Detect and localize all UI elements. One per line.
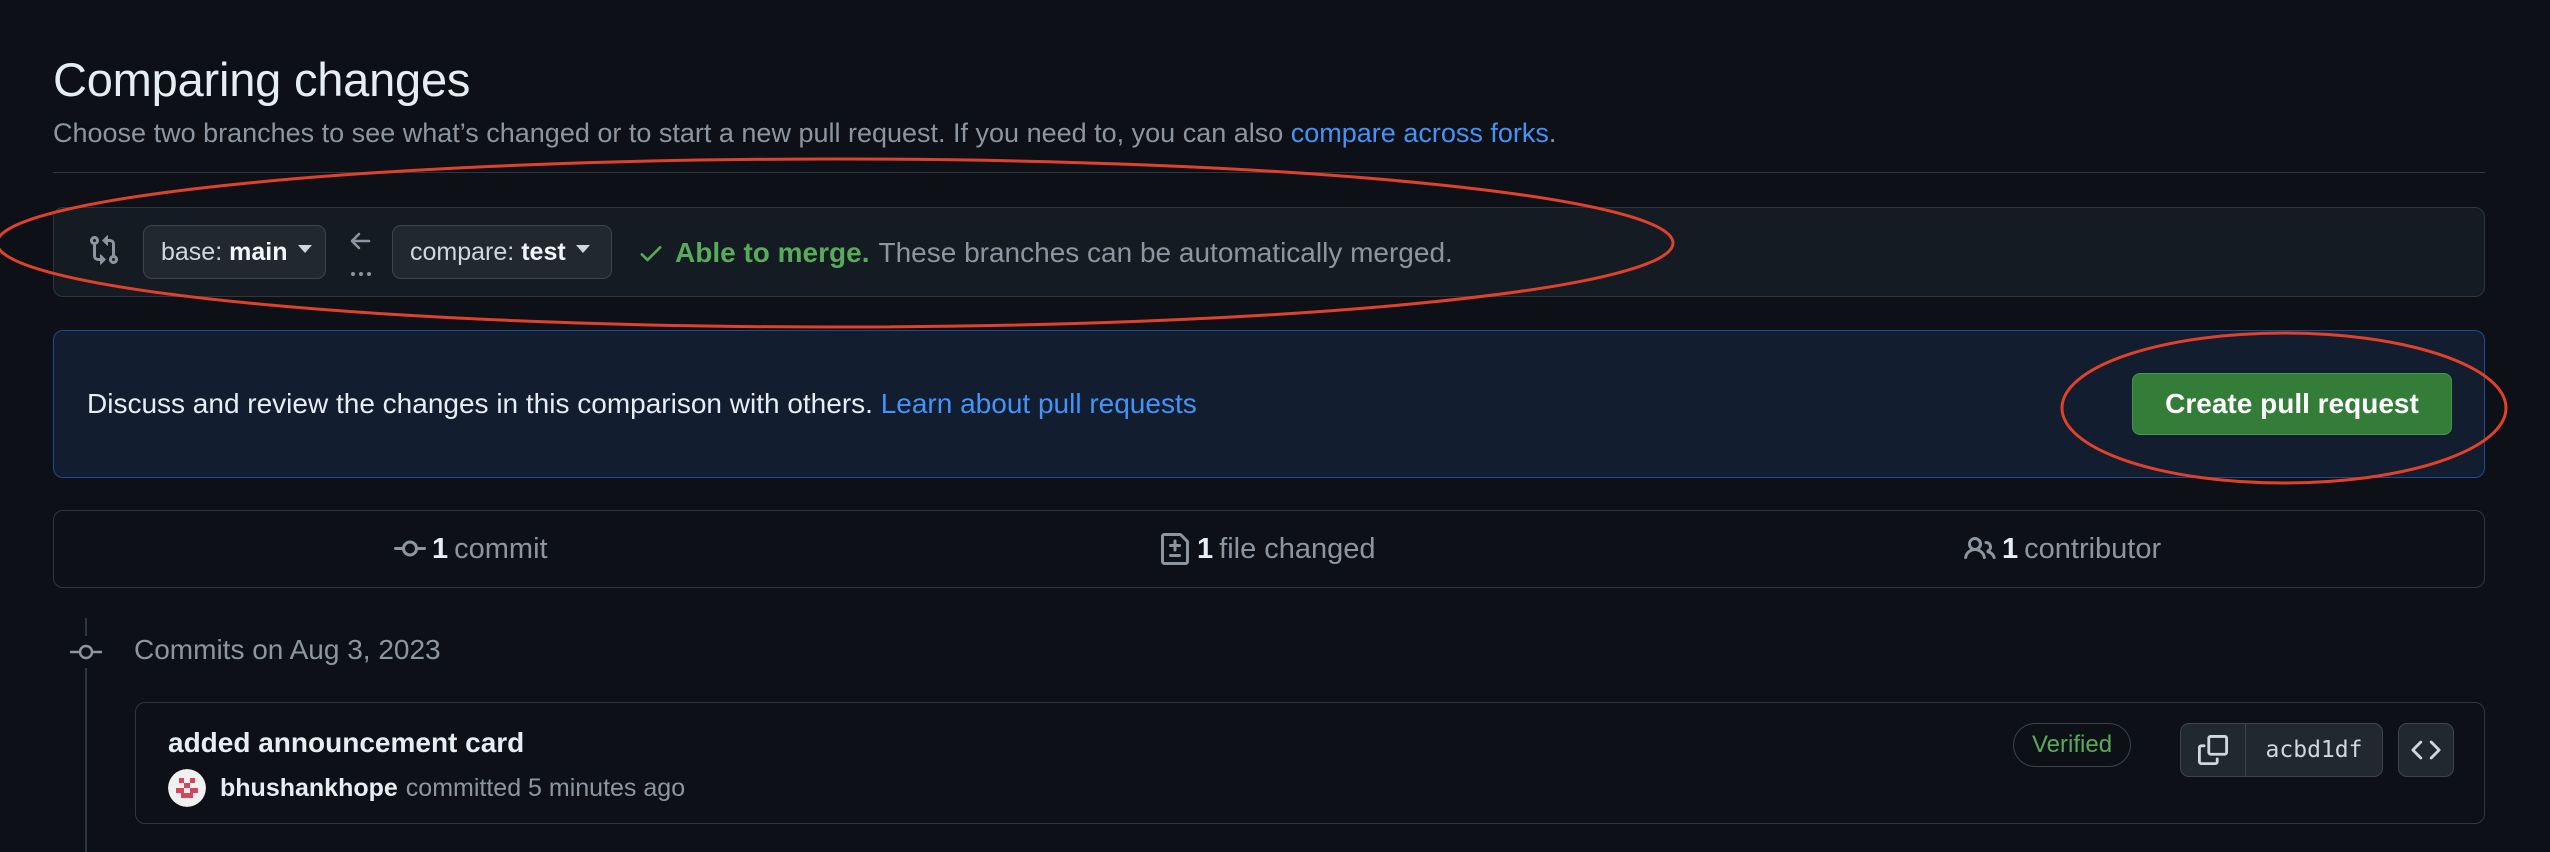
git-compare-icon — [90, 235, 119, 265]
file-diff-icon — [1161, 533, 1189, 565]
compare-page: Comparing changes Choose two branches to… — [53, 0, 2485, 852]
comparison-stats: 1 commit 1 file changed 1 contributor — [53, 510, 2485, 588]
commit-sha-group: acbd1df — [2180, 723, 2383, 777]
copy-sha-button[interactable] — [2181, 724, 2246, 776]
browse-repo-at-commit-button[interactable] — [2398, 723, 2454, 777]
commits-stat[interactable]: 1 commit — [394, 511, 548, 587]
commits-date-heading: Commits on Aug 3, 2023 — [134, 634, 441, 665]
create-pr-banner: Discuss and review the changes in this c… — [53, 330, 2485, 478]
commit-author-link[interactable]: bhushankhope — [220, 774, 398, 803]
page-subtitle: Choose two branches to see what’s change… — [53, 118, 1556, 149]
merge-ok-text: Able to merge. — [675, 237, 870, 268]
check-icon — [640, 246, 662, 262]
commit-meta: bhushankhope committed 5 minutes ago — [168, 769, 685, 807]
commit-title-link[interactable]: added announcement card — [168, 727, 524, 759]
caret-down-icon — [297, 245, 312, 253]
base-branch-name: main — [229, 237, 288, 266]
caret-down-icon — [575, 245, 590, 253]
compare-prefix: compare: — [410, 237, 515, 266]
learn-about-pull-requests-link[interactable]: Learn about pull requests — [881, 388, 1197, 419]
files-count: 1 — [1197, 532, 1214, 565]
contributors-label: contributor — [2024, 532, 2162, 565]
contributors-count: 1 — [2002, 532, 2019, 565]
discuss-text: Discuss and review the changes in this c… — [87, 388, 1197, 420]
contributors-stat[interactable]: 1 contributor — [1964, 511, 2161, 587]
arrow-left-icon — [344, 230, 380, 280]
git-commit-icon — [394, 540, 426, 557]
header-divider — [53, 172, 2485, 173]
subtitle-period: . — [1548, 118, 1557, 148]
range-editor: base: main compare: test Able to merge. … — [53, 207, 2485, 297]
commit-action-text: committed 5 minutes ago — [405, 773, 686, 802]
merge-status: Able to merge. These branches can be aut… — [637, 237, 1453, 269]
page-title: Comparing changes — [53, 53, 471, 106]
avatar[interactable] — [168, 769, 206, 807]
commit-item: added announcement card bhushankhope com… — [135, 702, 2485, 824]
base-prefix: base: — [161, 237, 223, 266]
verified-badge[interactable]: Verified — [2013, 723, 2132, 767]
create-pull-request-button[interactable]: Create pull request — [2132, 373, 2452, 435]
subtitle-text: Choose two branches to see what’s change… — [53, 118, 1291, 148]
discuss-message: Discuss and review the changes in this c… — [87, 388, 881, 419]
copy-icon — [2198, 735, 2228, 765]
compare-across-forks-link[interactable]: compare across forks — [1291, 118, 1549, 148]
commits-count: 1 — [432, 532, 449, 565]
git-commit-icon — [69, 636, 103, 668]
files-changed-stat[interactable]: 1 file changed — [1159, 511, 1376, 587]
compare-branch-name: test — [521, 237, 566, 266]
merge-detail-text: These branches can be automatically merg… — [878, 237, 1453, 268]
compare-branch-select[interactable]: compare: test — [392, 225, 612, 279]
base-branch-select[interactable]: base: main — [143, 225, 326, 279]
code-icon — [2411, 740, 2441, 760]
commits-label: commit — [454, 532, 548, 565]
people-icon — [1964, 536, 1996, 560]
commit-sha-link[interactable]: acbd1df — [2246, 724, 2382, 776]
files-label: file changed — [1219, 532, 1376, 565]
